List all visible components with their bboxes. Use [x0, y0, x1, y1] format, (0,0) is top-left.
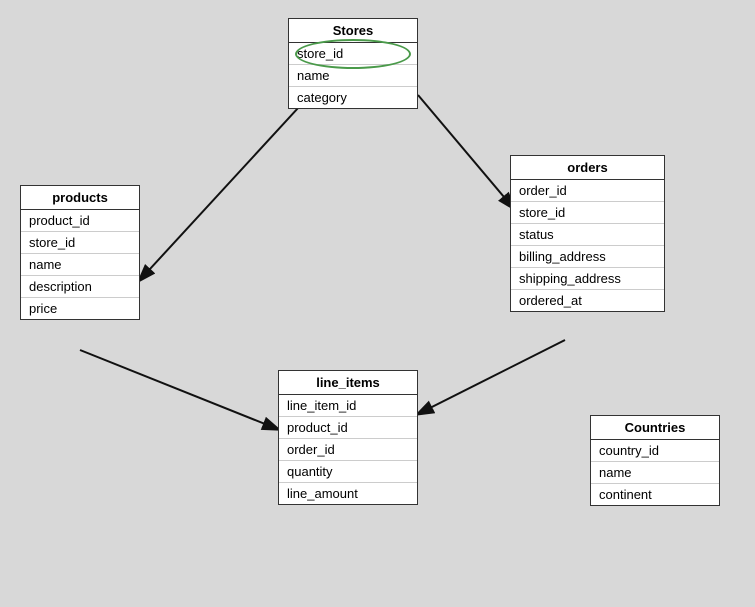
orders-header: orders — [511, 156, 664, 180]
orders-field-store-id: store_id — [511, 202, 664, 224]
products-field-store-id: store_id — [21, 232, 139, 254]
orders-table: orders order_id store_id status billing_… — [510, 155, 665, 312]
orders-field-status: status — [511, 224, 664, 246]
countries-table: Countries country_id name continent — [590, 415, 720, 506]
line-items-field-line-amount: line_amount — [279, 483, 417, 504]
orders-field-ordered-at: ordered_at — [511, 290, 664, 311]
products-field-price: price — [21, 298, 139, 319]
countries-field-continent: continent — [591, 484, 719, 505]
stores-field-name: name — [289, 65, 417, 87]
products-field-product-id: product_id — [21, 210, 139, 232]
stores-header: Stores — [289, 19, 417, 43]
orders-field-shipping-address: shipping_address — [511, 268, 664, 290]
stores-table: Stores store_id name category — [288, 18, 418, 109]
line-items-table: line_items line_item_id product_id order… — [278, 370, 418, 505]
products-field-description: description — [21, 276, 139, 298]
line-items-field-line-item-id: line_item_id — [279, 395, 417, 417]
stores-field-store-id: store_id — [289, 43, 417, 65]
countries-field-name: name — [591, 462, 719, 484]
products-header: products — [21, 186, 139, 210]
line-items-field-order-id: order_id — [279, 439, 417, 461]
countries-header: Countries — [591, 416, 719, 440]
orders-field-order-id: order_id — [511, 180, 664, 202]
orders-field-billing-address: billing_address — [511, 246, 664, 268]
products-table: products product_id store_id name descri… — [20, 185, 140, 320]
line-items-field-quantity: quantity — [279, 461, 417, 483]
stores-field-category: category — [289, 87, 417, 108]
countries-field-country-id: country_id — [591, 440, 719, 462]
products-field-name: name — [21, 254, 139, 276]
line-items-field-product-id: product_id — [279, 417, 417, 439]
line-items-header: line_items — [279, 371, 417, 395]
